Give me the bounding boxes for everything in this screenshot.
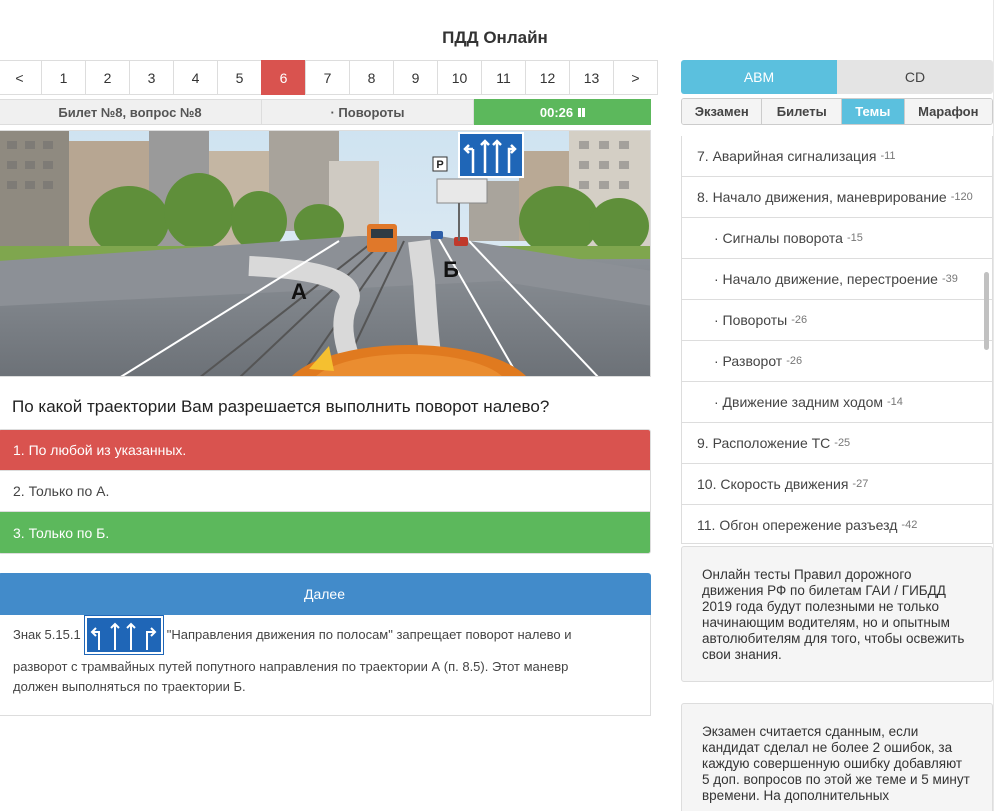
lane-direction-sign bbox=[458, 132, 524, 178]
subtopic-item[interactable]: · Начало движение, перестроение -39 bbox=[682, 259, 992, 300]
page-button-6[interactable]: 6 bbox=[261, 60, 306, 95]
topic-count: -26 bbox=[791, 314, 808, 326]
topic-label: · Сигналы поворота bbox=[714, 230, 843, 246]
topic-item[interactable]: 7. Аварийная сигнализация -11 bbox=[682, 136, 992, 177]
page-button-1[interactable]: 1 bbox=[41, 60, 86, 95]
explanation-panel: Знак 5.15.1 "Направления движения по пол… bbox=[0, 615, 651, 716]
page-button-2[interactable]: 2 bbox=[85, 60, 130, 95]
topic-count: -39 bbox=[941, 273, 958, 285]
answer-option-2[interactable]: 2. Только по А. bbox=[0, 471, 650, 512]
page-button-12[interactable]: 12 bbox=[525, 60, 570, 95]
page-button-3[interactable]: 3 bbox=[129, 60, 174, 95]
trajectory-label-b: Б bbox=[443, 257, 459, 282]
topic-count: -14 bbox=[887, 396, 903, 408]
lane-direction-sign-icon bbox=[83, 615, 164, 655]
topic-list: 7. Аварийная сигнализация -11 8. Начало д… bbox=[681, 136, 993, 544]
topic-label: · Начало движение, перестроение bbox=[714, 271, 938, 287]
info-card-about: Онлайн тесты Правил дорожного движения Р… bbox=[681, 546, 993, 682]
tab-exam[interactable]: Экзамен bbox=[682, 99, 763, 124]
topic-label: 7. Аварийная сигнализация bbox=[697, 148, 877, 164]
category-tab-cd[interactable]: CD bbox=[837, 60, 993, 94]
topic-count: -27 bbox=[852, 478, 869, 490]
topic-count: -26 bbox=[786, 355, 803, 367]
question-image: P А Б bbox=[0, 130, 651, 377]
road-scene-illustration: P А Б bbox=[0, 131, 650, 376]
page-button-8[interactable]: 8 bbox=[349, 60, 394, 95]
topic-count: -42 bbox=[901, 519, 918, 531]
ticket-number: Билет №8, вопрос №8 bbox=[0, 99, 262, 125]
window-right-edge bbox=[993, 0, 1003, 811]
subtopic-item[interactable]: · Сигналы поворота -15 bbox=[682, 218, 992, 259]
explanation-line-1: "Направления движения по полосам" запрещ… bbox=[166, 627, 572, 642]
topic-count: -11 bbox=[880, 150, 896, 162]
topic-label: 11. Обгон опережение разъезд bbox=[697, 517, 898, 533]
page-button-5[interactable]: 5 bbox=[217, 60, 262, 95]
next-page-button[interactable]: > bbox=[613, 60, 658, 95]
subtopic-item[interactable]: · Движение задним ходом -14 bbox=[682, 382, 992, 423]
page-button-13[interactable]: 13 bbox=[569, 60, 614, 95]
topic-label: · Движение задним ходом bbox=[714, 394, 884, 410]
explanation-sign-ref: Знак 5.15.1 bbox=[13, 627, 81, 642]
subtopic-item[interactable]: · Повороты -26 bbox=[682, 300, 992, 341]
explanation-line-3: должен выполняться по траектории Б. bbox=[13, 679, 246, 694]
mode-tabs: Экзамен Билеты Темы Марафон bbox=[681, 98, 993, 125]
answer-option-3[interactable]: 3. Только по Б. bbox=[0, 512, 650, 553]
page-button-4[interactable]: 4 bbox=[173, 60, 218, 95]
trajectory-label-a: А bbox=[291, 279, 307, 304]
subtopic-item[interactable]: · Разворот -26 bbox=[682, 341, 992, 382]
question-text: По какой траектории Вам разрешается выпо… bbox=[12, 397, 550, 416]
category-tab-abm[interactable]: ABM bbox=[681, 60, 837, 94]
topic-label: 9. Расположение ТС bbox=[697, 435, 831, 451]
answer-option-1[interactable]: 1. По любой из указанных. bbox=[0, 430, 650, 471]
tab-tickets[interactable]: Билеты bbox=[762, 99, 842, 124]
tab-marathon[interactable]: Марафон bbox=[904, 99, 992, 124]
info-card-rules: Экзамен считается сданным, если кандидат… bbox=[681, 703, 993, 811]
question-info-bar: Билет №8, вопрос №8 · Повороты 00:26 bbox=[0, 99, 651, 125]
next-button[interactable]: Далее bbox=[0, 573, 651, 615]
question-pagination: < 1 2 3 4 5 6 7 8 9 10 11 12 13 > bbox=[0, 60, 658, 95]
tab-topics[interactable]: Темы bbox=[841, 99, 905, 124]
topic-label: · Разворот bbox=[714, 353, 783, 369]
explanation-line-2: разворот с трамвайных путей попутного на… bbox=[13, 659, 569, 674]
page-title: ПДД Онлайн bbox=[442, 28, 548, 47]
topic-item[interactable]: 8. Начало движения, маневрирование -120 bbox=[682, 177, 992, 218]
timer[interactable]: 00:26 bbox=[474, 99, 651, 125]
topic-label: · Повороты bbox=[714, 312, 788, 328]
question-topic: · Повороты bbox=[262, 99, 474, 125]
page-button-11[interactable]: 11 bbox=[481, 60, 526, 95]
answer-list: 1. По любой из указанных. 2. Только по А… bbox=[0, 429, 651, 554]
topic-list-scrollbar[interactable] bbox=[984, 272, 989, 350]
page-button-7[interactable]: 7 bbox=[305, 60, 350, 95]
category-tabs: ABM CD bbox=[681, 60, 993, 94]
topic-item[interactable]: 11. Обгон опережение разъезд -42 bbox=[682, 505, 992, 543]
topic-label: 8. Начало движения, маневрирование bbox=[697, 189, 947, 205]
prev-page-button[interactable]: < bbox=[0, 60, 42, 95]
topic-label: 10. Скорость движения bbox=[697, 476, 849, 492]
page-button-10[interactable]: 10 bbox=[437, 60, 482, 95]
topic-count: -15 bbox=[846, 232, 863, 244]
timer-value: 00:26 bbox=[539, 104, 574, 120]
page-button-9[interactable]: 9 bbox=[393, 60, 438, 95]
parking-sign-text: P bbox=[436, 159, 443, 171]
topic-item[interactable]: 10. Скорость движения -27 bbox=[682, 464, 992, 505]
topic-item[interactable]: 9. Расположение ТС -25 bbox=[682, 423, 992, 464]
topic-count: -120 bbox=[950, 191, 973, 203]
topic-count: -25 bbox=[834, 437, 851, 449]
pause-icon[interactable] bbox=[578, 107, 586, 117]
